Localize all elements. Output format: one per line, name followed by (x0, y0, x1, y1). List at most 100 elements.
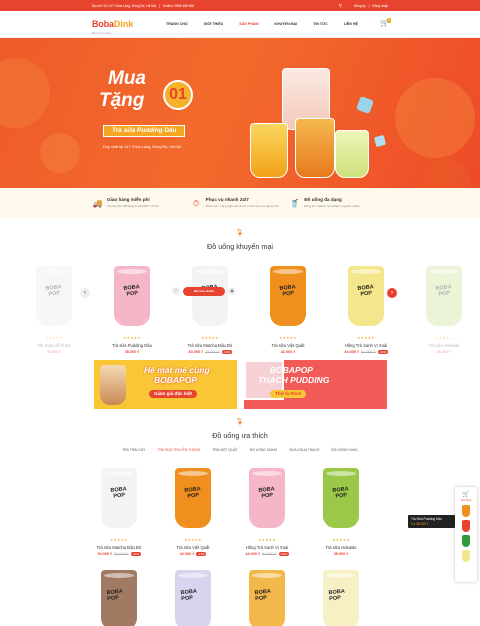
nav-item-5[interactable]: Liên hệ (336, 22, 366, 26)
login-link[interactable]: Đăng nhập (372, 4, 388, 8)
product-image[interactable]: BOBA POP (36, 266, 72, 326)
product-card[interactable]: BOBA POP ★★★★★ Trà sữa Matcha Đậu Đỏ 30.000… (81, 468, 157, 568)
product-price-row: 35.000 ₫ (406, 350, 480, 354)
quick-buy-button[interactable]: Đặt mua nhanh (183, 287, 225, 296)
promo-banner-summer[interactable]: Hè mát mẻ cùng BOBAPOP Giảm giá đặc biệt (94, 360, 237, 409)
discount-badge: -14% (221, 350, 232, 354)
product-card[interactable]: BOBA POP ★★★★★ Trà sữa Hokaido 35.000 ₫ (406, 266, 480, 366)
product-image[interactable]: BOBA POP (323, 468, 359, 528)
cart-badge: 0 (386, 18, 391, 23)
cart-item-thumb[interactable] (462, 535, 470, 547)
nav-item-4[interactable]: Tin tức (305, 22, 336, 26)
product-price: 35.000 ₫ (436, 350, 452, 354)
product-name[interactable]: Trà sữa Việt Quất (250, 343, 326, 348)
product-image[interactable]: BOBA POP (249, 468, 285, 528)
nav-item-1[interactable]: Giới thiệu (196, 22, 232, 26)
feature-title: Giao hàng miễn phí (107, 197, 150, 202)
product-price-row: 35.000 ₫ (94, 350, 170, 354)
product-name[interactable]: Trà sữa Việt Quất (155, 545, 231, 550)
drink-icon: 🥤 (289, 199, 300, 208)
discount-badge: -14% (278, 552, 289, 556)
banner-title-1: Mua (108, 68, 146, 89)
hotline-text: Hotline: 0966 488 666 (162, 3, 194, 8)
floating-cart-label: Giỏ hàng (460, 499, 472, 502)
product-name[interactable]: Trà sữa Pudding Dâu (94, 343, 170, 348)
nav-item-0[interactable]: Trang chủ (158, 22, 196, 26)
category-tab-4[interactable]: Sữa chua thạch (289, 448, 319, 452)
nav-item-3[interactable]: Khuyến mại (266, 22, 305, 26)
nav-item-2[interactable]: Sản phẩm (231, 22, 266, 26)
product-name[interactable]: Hồng Trà Xanh Vị Xoài (328, 343, 404, 348)
product-image[interactable]: BOBA POP (249, 570, 285, 626)
clock-icon: ⏱ (193, 199, 200, 208)
cart-icon[interactable]: 🛒 0 (380, 18, 391, 28)
product-price-row: 30.000 ₫ 35.000 ₫ -14% (81, 552, 157, 556)
category-tab-0[interactable]: Trà trái cây (122, 448, 145, 452)
product-image[interactable]: BOBA POP (348, 266, 384, 326)
product-card[interactable]: BOBA POP ★★★★★ Trà sữa Pudding Dâu 35.000 ₫ (94, 266, 170, 366)
floating-cart-panel: 🛒 Giỏ hàng (455, 487, 477, 582)
top-bar: Địa chỉ: Số 147 Chùa Láng, Đống Đa, Hà N… (0, 0, 480, 11)
eye-icon[interactable]: ◉ (228, 287, 236, 295)
product-image[interactable]: BOBA POP (323, 570, 359, 626)
product-name[interactable]: Trà sữa Hokaido (406, 343, 480, 348)
category-tab-3[interactable]: Đồ uống nóng (250, 448, 277, 452)
discount-badge: -14% (196, 552, 207, 556)
main-nav: Trang chủ Giới thiệu Sản phẩm Khuyến mại Tin… (158, 22, 366, 26)
promo-carousel: BOBA POP ★★★★★ Trà Xoài Hồ Ô Bơ 35.000 ₫ BOB… (0, 258, 480, 358)
carousel-prev-arrow-icon[interactable]: ‹ (80, 288, 90, 298)
rating-stars: ★★★★★ (201, 336, 219, 340)
promo-banner-tag: Thử là thích (270, 390, 307, 398)
cart-item-thumb[interactable] (462, 505, 470, 517)
product-image[interactable]: BOBA POP (101, 468, 137, 528)
promo-banner-brand: BOBAPOP (270, 365, 313, 375)
rating-stars: ★★★★★ (258, 538, 276, 542)
product-name[interactable]: Hồng Trà Xanh Vị Xoài (229, 545, 305, 550)
carousel-next-arrow-icon[interactable]: › (387, 288, 397, 298)
product-image[interactable]: BOBA POP (192, 266, 228, 326)
category-tab-1[interactable]: Trà sữa truyền thống (157, 448, 200, 452)
register-link[interactable]: Đăng ký (354, 4, 366, 8)
product-card[interactable]: BOBA POP ★★★★★ Trà sữa Việt Quất 42.000 ₫ (250, 266, 326, 366)
header: BobaDink Boost Your Day Trang chủ Giới th… (0, 11, 480, 38)
product-image[interactable]: BOBA POP (270, 266, 306, 326)
feature-item: 🥤 Đồ uống đa dạng Đồng bộ, matcha, smoothi… (289, 197, 388, 209)
drink-image (100, 365, 126, 405)
product-price: 44.000 ₫ (344, 350, 359, 354)
promo-banner-tag: Giảm giá đặc biệt (149, 390, 198, 398)
product-name[interactable]: Trà Xoài Hồ Ô Bơ (16, 343, 92, 348)
heart-icon[interactable]: ♡ (172, 287, 180, 295)
category-tab-5[interactable]: Đồ uống khác (331, 448, 358, 452)
product-price-row: 42.000 ₫ (250, 350, 326, 354)
product-card[interactable]: BOBA POP ★★★★★ Hồng Trà Xanh Vị Xoài 44.000… (229, 468, 305, 568)
cart-item-thumb[interactable] (462, 550, 470, 562)
promo-banner-pudding[interactable]: BOBAPOP THẠCH PUDDING Thử là thích (244, 360, 387, 409)
feature-item: ⏱ Phục vụ nhanh 24/7 Mình luôn - Lắng nghe… (191, 197, 290, 209)
product-name[interactable]: Trà sữa Matcha Đậu Đỏ (172, 343, 248, 348)
product-image[interactable]: BOBA POP (101, 570, 137, 626)
cart-item-thumb[interactable] (462, 520, 470, 532)
product-image[interactable]: BOBA POP (175, 468, 211, 528)
feature-desc: Đồng bộ, matcha, smoothies, yogurts, cof… (304, 203, 363, 208)
product-card[interactable]: BOBA POP ★★★★★ Trà sữa Việt Quất 42.000 ₫ -1… (155, 468, 231, 568)
search-icon[interactable]: ⚲ (339, 3, 342, 9)
product-name[interactable]: Trà sữa Hokaido (303, 545, 379, 550)
features-bar: 🚚 Giao hàng miễn phí Với các đơn đặt hàng … (0, 188, 480, 218)
banner-subtitle: Duy nhất tại 147 Chùa Láng, Đống Đa, Hà … (103, 145, 182, 149)
product-card[interactable]: BOBA POP ★★★★★ Trà sữa Matcha Đậu Đỏ 30.000… (172, 266, 248, 366)
product-image[interactable]: BOBA POP (175, 570, 211, 626)
logo[interactable]: BobaDink Boost Your Day (92, 14, 138, 35)
product-image[interactable]: BOBA POP (426, 266, 462, 326)
product-card[interactable]: BOBA POP ★★★★★ Hồng Trà Xanh Vị Xoài 44.000… (328, 266, 404, 366)
product-price: 30.000 ₫ (97, 552, 112, 556)
product-card[interactable]: BOBA POP ★★★★★ Trà sữa Hokaido 35.000 ₫ (303, 468, 379, 568)
page: Địa chỉ: Số 147 Chùa Láng, Đống Đa, Hà N… (0, 0, 480, 626)
drink-icon: 🍹 (235, 419, 245, 426)
delivery-icon: 🚚 (92, 199, 103, 208)
product-name[interactable]: Trà sữa Matcha Đậu Đỏ (81, 545, 157, 550)
product-image[interactable]: BOBA POP (114, 266, 150, 326)
hero-banner[interactable]: Mua Tặng 01 Trà sữa Pudding Dâu Duy nhất… (0, 38, 480, 188)
product-card[interactable]: BOBA POP ★★★★★ Trà Xoài Hồ Ô Bơ 35.000 ₫ (16, 266, 92, 366)
cart-icon[interactable]: 🛒 (455, 491, 477, 498)
category-tab-2[interactable]: Trà Việt Quất (212, 448, 238, 452)
